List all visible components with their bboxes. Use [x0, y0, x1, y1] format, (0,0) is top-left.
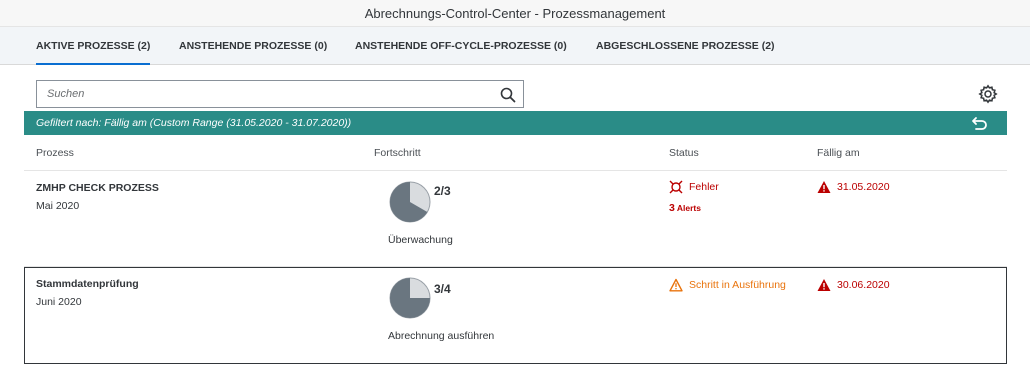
table-header: Prozess Fortschritt Status Fällig am — [24, 135, 1007, 171]
tab-aktive-prozesse[interactable]: AKTIVE PROZESSE (2) — [36, 27, 151, 65]
status-text: Schritt in Ausführung — [689, 279, 786, 291]
column-header-faellig-am: Fällig am — [817, 147, 860, 159]
gear-icon[interactable] — [978, 84, 998, 104]
table-row[interactable]: Stammdatenprüfung Juni 2020 3/4 Abrechnu… — [24, 267, 1007, 364]
due-date-text: 31.05.2020 — [837, 181, 890, 193]
progress-pie — [389, 277, 431, 319]
filter-text: Gefiltert nach: Fällig am (Custom Range … — [36, 117, 352, 129]
tab-bar: AKTIVE PROZESSE (2) ANSTEHENDE PROZESSE … — [0, 27, 1030, 65]
title-bar: Abrechnungs-Control-Center - Prozessmana… — [0, 0, 1030, 27]
filter-bar: Gefiltert nach: Fällig am (Custom Range … — [24, 111, 1007, 135]
process-period: Mai 2020 — [36, 200, 80, 212]
table-row[interactable]: ZMHP CHECK PROZESS Mai 2020 2/3 Überwach… — [24, 172, 1007, 267]
process-name: Stammdatenprüfung — [36, 278, 139, 290]
column-header-prozess: Prozess — [36, 147, 74, 159]
column-header-fortschritt: Fortschritt — [374, 147, 421, 159]
progress-pie — [389, 181, 431, 223]
window-title: Abrechnungs-Control-Center - Prozessmana… — [364, 5, 666, 21]
progress-count: 3/4 — [434, 282, 451, 296]
tab-anstehende-prozesse[interactable]: ANSTEHENDE PROZESSE (0) — [179, 27, 327, 65]
status-badge: Schritt in Ausführung — [669, 278, 786, 292]
warning-outline-icon — [669, 278, 683, 292]
warning-icon — [817, 279, 831, 291]
undo-icon[interactable] — [971, 115, 989, 131]
due-date-text: 30.06.2020 — [837, 279, 890, 291]
process-name: ZMHP CHECK PROZESS — [36, 182, 159, 194]
warning-icon — [817, 181, 831, 193]
progress-count: 2/3 — [434, 184, 451, 198]
alerts-link[interactable]: 3 Alerts — [669, 202, 701, 214]
status-badge: Fehler — [669, 180, 719, 194]
tab-anstehende-off-cycle-prozesse[interactable]: ANSTEHENDE OFF-CYCLE-PROZESSE (0) — [355, 27, 567, 65]
current-step: Abrechnung ausführen — [388, 330, 495, 342]
tab-abgeschlossene-prozesse[interactable]: ABGESCHLOSSENE PROZESSE (2) — [596, 27, 775, 65]
column-header-status: Status — [669, 147, 699, 159]
status-text: Fehler — [689, 181, 719, 193]
current-step: Überwachung — [388, 234, 453, 246]
process-period: Juni 2020 — [36, 296, 82, 308]
alerts-count: 3 — [669, 202, 675, 214]
alerts-label: Alerts — [676, 203, 701, 213]
error-icon — [669, 180, 683, 194]
search-box — [36, 80, 524, 108]
search-input[interactable] — [37, 81, 487, 107]
due-date: 31.05.2020 — [817, 180, 890, 194]
search-icon[interactable] — [499, 86, 517, 104]
due-date: 30.06.2020 — [817, 278, 890, 292]
